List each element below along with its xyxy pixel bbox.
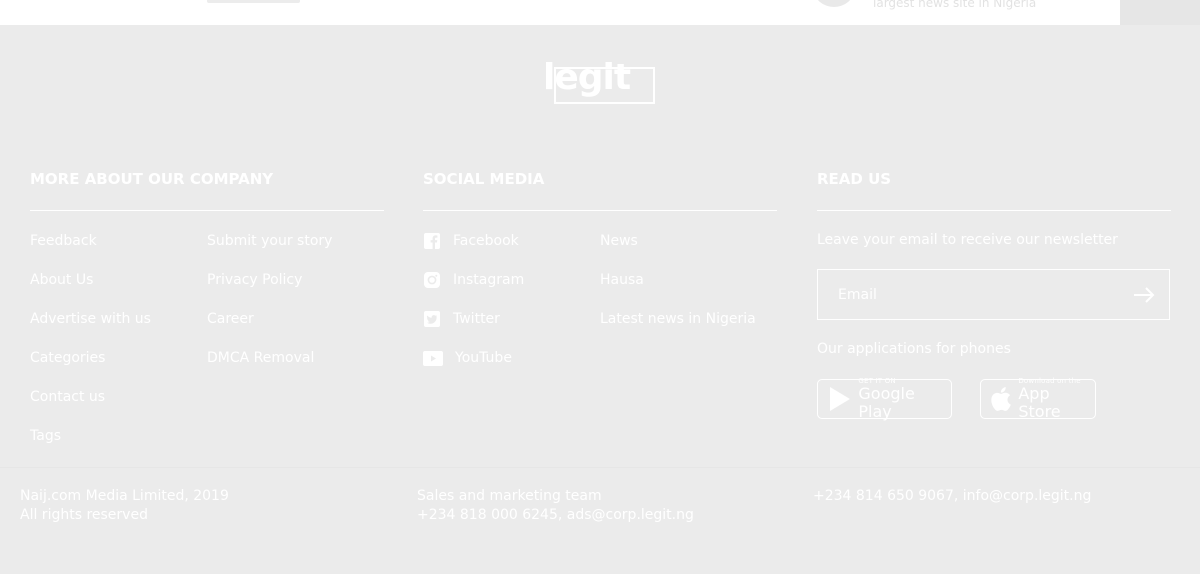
latest-news-link[interactable]: Latest news in Nigeria — [600, 310, 756, 328]
news-link[interactable]: News — [600, 232, 638, 250]
copyright-block: Naij.com Media Limited, 2019 All rights … — [20, 487, 229, 525]
email-input[interactable] — [818, 270, 1118, 319]
divider — [423, 210, 777, 211]
top-content-strip: largest news site in Nigeria — [0, 0, 1120, 25]
twitter-icon — [423, 310, 441, 328]
google-play-button[interactable]: GET IT ON Google Play — [817, 377, 952, 421]
youtube-link[interactable]: YouTube — [423, 349, 512, 367]
categories-link[interactable]: Categories — [30, 349, 105, 367]
tags-link[interactable]: Tags — [30, 427, 61, 445]
advertise-link[interactable]: Advertise with us — [30, 310, 151, 328]
facebook-label: Facebook — [453, 233, 519, 249]
social-section: SOCIAL MEDIA Facebook Instagram Twitter … — [423, 168, 777, 366]
read-us-section-title: READ US — [817, 170, 892, 188]
divider — [30, 210, 384, 211]
arrow-right-icon[interactable] — [1133, 285, 1155, 305]
button-stub — [207, 0, 300, 3]
twitter-label: Twitter — [453, 311, 500, 327]
about-us-link[interactable]: About Us — [30, 271, 93, 289]
sales-title: Sales and marketing team — [417, 488, 602, 504]
divider — [817, 210, 1171, 211]
read-us-section: READ US Leave your email to receive our … — [817, 168, 1171, 421]
twitter-link[interactable]: Twitter — [423, 310, 500, 328]
instagram-icon — [423, 271, 441, 289]
sales-contact-line: +234 818 000 6245, ads@corp.legit.ng — [417, 506, 694, 525]
sales-contact-block: Sales and marketing team +234 818 000 62… — [417, 487, 694, 525]
sales-phone-link[interactable]: +234 818 000 6245 — [417, 507, 558, 523]
apple-icon — [988, 386, 1013, 412]
google-play-big-text: Google Play — [858, 384, 915, 421]
scroll-area-corner — [1120, 0, 1200, 25]
google-play-icon — [827, 386, 852, 412]
contact-us-link[interactable]: Contact us — [30, 388, 105, 406]
footer-divider — [0, 467, 1200, 468]
general-contact-block: +234 814 650 9067, info@corp.legit.ng — [813, 487, 1091, 506]
feedback-link[interactable]: Feedback — [30, 232, 97, 250]
facebook-icon — [423, 232, 441, 250]
google-play-text: GET IT ON Google Play — [858, 377, 951, 421]
app-store-big-text: App Store — [1018, 384, 1061, 421]
article-teaser[interactable]: largest news site in Nigeria — [873, 0, 1036, 10]
youtube-label: YouTube — [455, 350, 512, 366]
hausa-link[interactable]: Hausa — [600, 271, 644, 289]
dmca-removal-link[interactable]: DMCA Removal — [207, 349, 314, 367]
app-store-text: Download on the App Store — [1018, 377, 1095, 421]
separator: , — [557, 507, 567, 523]
app-store-button[interactable]: Download on the App Store — [980, 377, 1096, 421]
logo-text: legit — [543, 57, 631, 98]
copyright-text: Naij.com Media Limited, 2019 — [20, 488, 229, 504]
newsletter-label: Leave your email to receive our newslett… — [817, 232, 1118, 248]
sales-email-link[interactable]: ads@corp.legit.ng — [567, 507, 694, 523]
instagram-link[interactable]: Instagram — [423, 271, 524, 289]
facebook-link[interactable]: Facebook — [423, 232, 519, 250]
career-link[interactable]: Career — [207, 310, 254, 328]
company-section-title: MORE ABOUT OUR COMPANY — [30, 170, 274, 188]
rights-text: All rights reserved — [20, 507, 148, 523]
newsletter-form — [817, 269, 1170, 320]
social-section-title: SOCIAL MEDIA — [423, 170, 545, 188]
separator: , — [953, 488, 963, 504]
legit-logo[interactable]: legit — [543, 58, 658, 106]
contact-phone-link[interactable]: +234 814 650 9067 — [813, 488, 954, 504]
general-contact-line: +234 814 650 9067, info@corp.legit.ng — [813, 487, 1091, 506]
contact-email-link[interactable]: info@corp.legit.ng — [963, 488, 1092, 504]
submit-story-link[interactable]: Submit your story — [207, 232, 332, 250]
instagram-label: Instagram — [453, 272, 525, 288]
article-thumbnail[interactable] — [814, 0, 854, 7]
apps-label: Our applications for phones — [817, 341, 1011, 357]
privacy-policy-link[interactable]: Privacy Policy — [207, 271, 302, 289]
company-section: MORE ABOUT OUR COMPANY Feedback About Us… — [30, 168, 384, 444]
youtube-icon — [423, 349, 443, 367]
